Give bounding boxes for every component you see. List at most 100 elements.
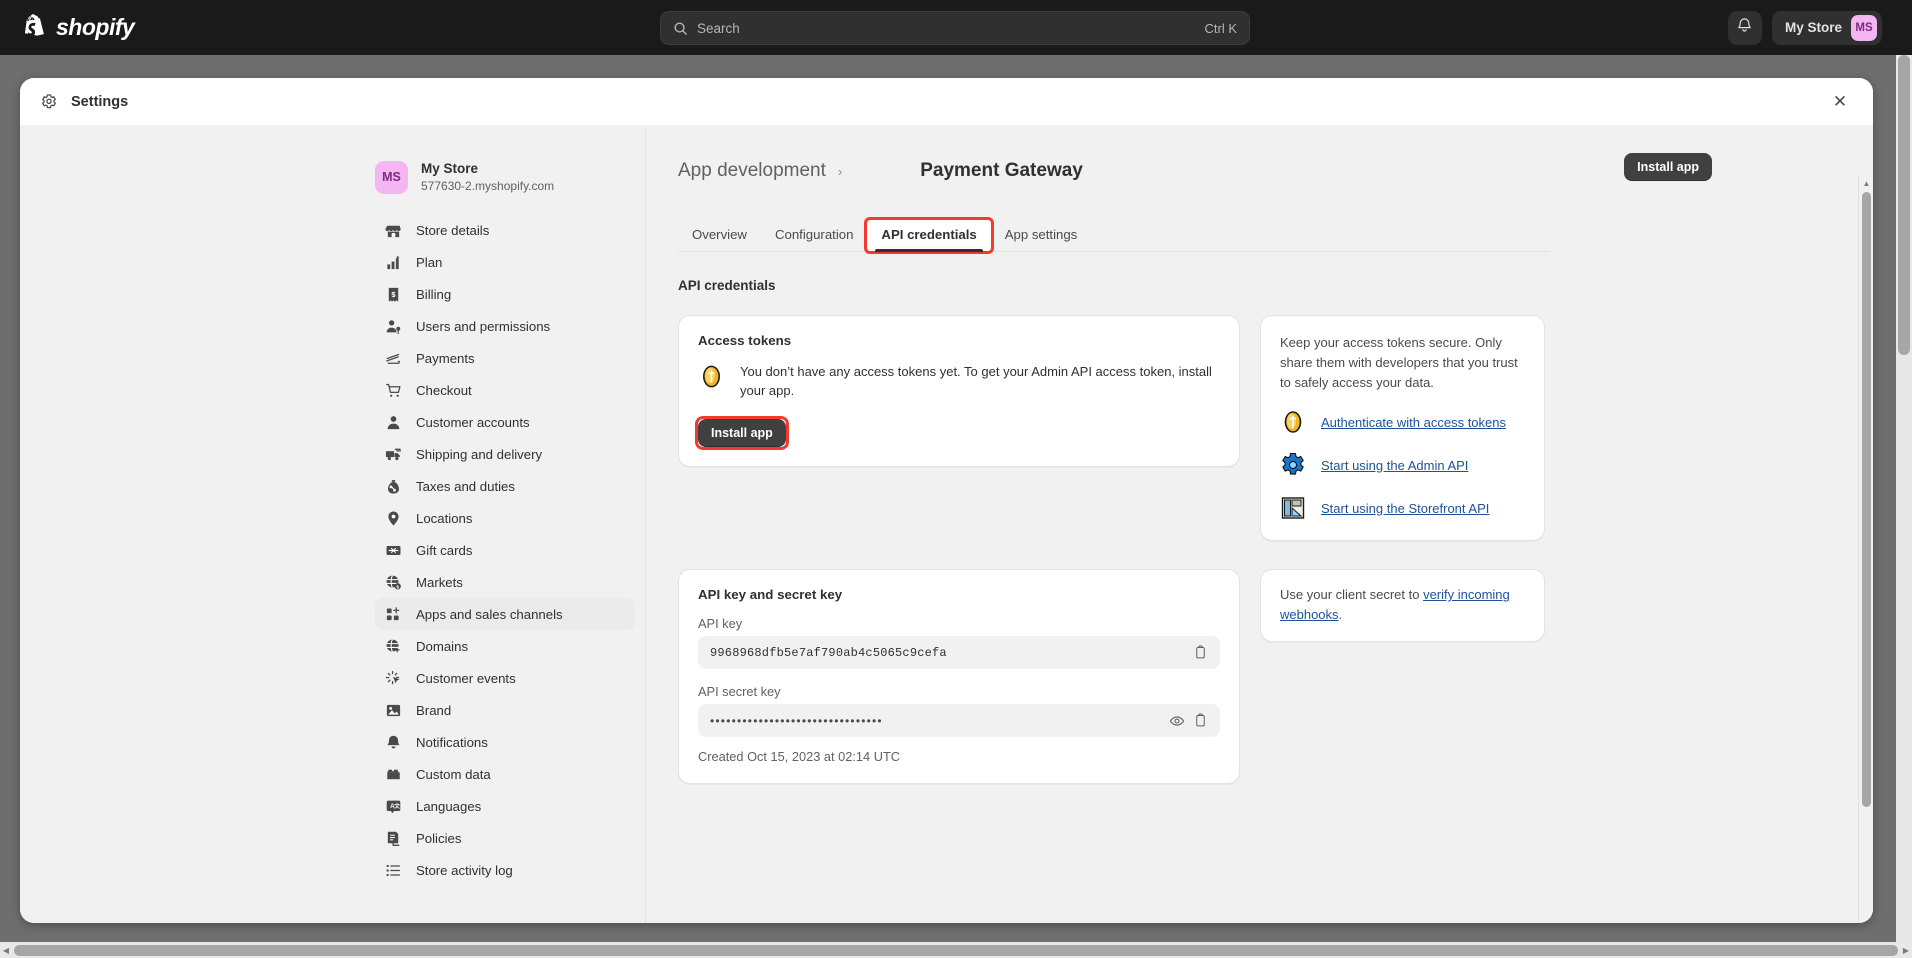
search-icon bbox=[673, 21, 688, 36]
sidebar-item-label: Taxes and duties bbox=[416, 478, 515, 494]
sidebar-item-markets[interactable]: $ Markets bbox=[375, 566, 635, 598]
globe-dollar-icon: $ bbox=[385, 574, 402, 591]
breadcrumb[interactable]: App development bbox=[678, 160, 826, 182]
eye-icon[interactable] bbox=[1167, 711, 1186, 730]
bell-icon bbox=[1736, 17, 1753, 39]
aside-link-row: Start using the Storefront API bbox=[1280, 495, 1525, 521]
delivery-truck-icon bbox=[385, 446, 402, 463]
install-app-button[interactable]: Install app bbox=[698, 419, 786, 448]
aside-link-row: Authenticate with access tokens bbox=[1280, 409, 1525, 435]
blue-gear-icon bbox=[1280, 452, 1306, 478]
sidebar-item-label: Users and permissions bbox=[416, 318, 551, 334]
receipt-dollar-icon: $ bbox=[385, 286, 402, 303]
sidebar-item-payments[interactable]: Payments bbox=[375, 342, 635, 374]
tab-api-credentials[interactable]: API credentials bbox=[864, 217, 994, 254]
gear-icon bbox=[40, 93, 58, 111]
aside-link[interactable]: Start using the Admin API bbox=[1321, 458, 1468, 473]
app-title: Payment Gateway bbox=[920, 160, 1083, 181]
client-secret-suffix: . bbox=[1338, 607, 1343, 622]
sidebar-item-billing[interactable]: $ Billing bbox=[375, 278, 635, 310]
sidebar-item-custom-data[interactable]: Custom data bbox=[375, 758, 635, 790]
store-account-button[interactable]: My Store MS bbox=[1771, 10, 1882, 45]
settings-modal-body: MS My Store 577630-2.myshopify.com Store… bbox=[20, 127, 1873, 923]
sidebar-item-locations[interactable]: Locations bbox=[375, 502, 635, 534]
sidebar-item-shipping-and-delivery[interactable]: Shipping and delivery bbox=[375, 438, 635, 470]
sidebar-item-gift-cards[interactable]: Gift cards bbox=[375, 534, 635, 566]
sidebar-item-languages[interactable]: A 文 Languages bbox=[375, 790, 635, 822]
api-key-row: API key and secret key API key 9968968df… bbox=[678, 569, 1550, 785]
sidebar-item-label: Apps and sales channels bbox=[416, 606, 563, 622]
settings-modal: Settings ✕ MS My Store 577630-2.myshopif… bbox=[20, 78, 1873, 923]
sidebar-item-label: Markets bbox=[416, 574, 463, 590]
document-list-icon bbox=[385, 830, 402, 847]
clipboard-icon[interactable] bbox=[1191, 711, 1210, 730]
sidebar-item-plan[interactable]: Plan bbox=[375, 246, 635, 278]
sidebar-item-customer-events[interactable]: Customer events bbox=[375, 662, 635, 694]
sidebar-item-store-activity-log[interactable]: Store activity log bbox=[375, 854, 635, 886]
notifications-button[interactable] bbox=[1727, 10, 1762, 45]
aside-link[interactable]: Start using the Storefront API bbox=[1321, 501, 1489, 516]
sidebar-item-store-details[interactable]: Store details bbox=[375, 214, 635, 246]
shopify-logo[interactable]: shopify bbox=[22, 13, 135, 42]
store-account-label: My Store bbox=[1784, 20, 1842, 35]
sidebar-item-label: Shipping and delivery bbox=[416, 446, 543, 462]
sidebar-item-apps-and-sales-channels[interactable]: Apps and sales channels bbox=[375, 598, 635, 631]
store-domain: 577630-2.myshopify.com bbox=[421, 179, 555, 194]
tab-configuration[interactable]: Configuration bbox=[761, 227, 867, 251]
sidebar-item-customer-accounts[interactable]: Customer accounts bbox=[375, 406, 635, 438]
sidebar-item-label: Plan bbox=[416, 254, 443, 270]
tab-app-settings[interactable]: App settings bbox=[991, 227, 1092, 251]
sidebar-store-card[interactable]: MS My Store 577630-2.myshopify.com bbox=[363, 154, 645, 214]
sidebar-nav-list: Store details Plan $ Billing Users and permi… bbox=[363, 214, 645, 886]
api-key-label: API key bbox=[698, 616, 743, 632]
access-tokens-description: You don’t have any access tokens yet. To… bbox=[740, 364, 1212, 399]
tab-overview[interactable]: Overview bbox=[678, 227, 761, 251]
sidebar-item-notifications[interactable]: Notifications bbox=[375, 726, 635, 758]
scroll-right-icon[interactable]: ▶ bbox=[1900, 942, 1912, 958]
sidebar-item-policies[interactable]: Policies bbox=[375, 822, 635, 854]
sidebar-item-checkout[interactable]: Checkout bbox=[375, 374, 635, 406]
list-icon bbox=[385, 862, 402, 879]
scrollbar-thumb[interactable] bbox=[1898, 55, 1910, 355]
globe-cursor-icon bbox=[385, 638, 402, 655]
credit-card-icon bbox=[385, 350, 402, 367]
sidebar-item-label: Store activity log bbox=[416, 862, 513, 878]
clipboard-icon[interactable] bbox=[1191, 643, 1210, 662]
close-icon[interactable]: ✕ bbox=[1827, 89, 1853, 115]
sidebar-item-label: Domains bbox=[416, 638, 469, 654]
sidebar-item-label: Store details bbox=[416, 222, 490, 238]
global-search-bar[interactable]: Search Ctrl K bbox=[660, 11, 1250, 45]
client-secret-aside-card: Use your client secret to verify incomin… bbox=[1260, 569, 1545, 642]
sidebar-item-label: Payments bbox=[416, 350, 475, 366]
sidebar-item-brand[interactable]: Brand bbox=[375, 694, 635, 726]
sidebar-item-label: Policies bbox=[416, 830, 462, 846]
app-tabs: Overview Configuration API credentials App … bbox=[678, 214, 1550, 254]
scroll-left-icon[interactable]: ◀ bbox=[0, 942, 12, 958]
sidebar-item-label: Billing bbox=[416, 286, 452, 302]
api-key-field: 9968968dfb5e7af790ab4c5065c9cefa bbox=[698, 636, 1220, 670]
gift-card-icon bbox=[385, 542, 402, 559]
access-tokens-aside-card: Keep your access tokens secure. Only sha… bbox=[1260, 315, 1545, 542]
gold-coin-icon bbox=[1280, 409, 1306, 435]
api-key-value: 9968968dfb5e7af790ab4c5065c9cefa bbox=[710, 645, 947, 660]
avatar: MS bbox=[375, 160, 408, 194]
install-app-button-header[interactable]: Install app bbox=[1624, 153, 1712, 181]
sidebar-item-users-and-permissions[interactable]: Users and permissions bbox=[375, 310, 635, 342]
scroll-up-icon[interactable]: ▲ bbox=[1859, 176, 1873, 191]
sidebar-item-domains[interactable]: Domains bbox=[375, 630, 635, 662]
sidebar-item-label: Notifications bbox=[416, 734, 488, 750]
scrollbar-thumb[interactable] bbox=[14, 944, 1898, 956]
access-tokens-aside-links: Authenticate with access tokens Start usi… bbox=[1280, 409, 1525, 521]
search-shortcut-hint: Ctrl K bbox=[1204, 20, 1238, 36]
modal-vertical-scrollbar[interactable]: ▲ ▼ bbox=[1858, 176, 1873, 923]
scrollbar-thumb[interactable] bbox=[1862, 192, 1871, 807]
sidebar-item-label: Customer events bbox=[416, 670, 516, 686]
aside-link[interactable]: Authenticate with access tokens bbox=[1321, 415, 1506, 430]
access-tokens-aside-text: Keep your access tokens secure. Only sha… bbox=[1280, 335, 1518, 390]
gold-coin-icon bbox=[698, 363, 725, 390]
sidebar-item-taxes-and-duties[interactable]: Taxes and duties bbox=[375, 470, 635, 502]
shopping-cart-icon bbox=[385, 382, 402, 399]
access-tokens-card-title: Access tokens bbox=[698, 333, 792, 348]
window-horizontal-scrollbar[interactable]: ◀ ▶ bbox=[0, 942, 1912, 958]
window-vertical-scrollbar[interactable] bbox=[1896, 55, 1912, 942]
